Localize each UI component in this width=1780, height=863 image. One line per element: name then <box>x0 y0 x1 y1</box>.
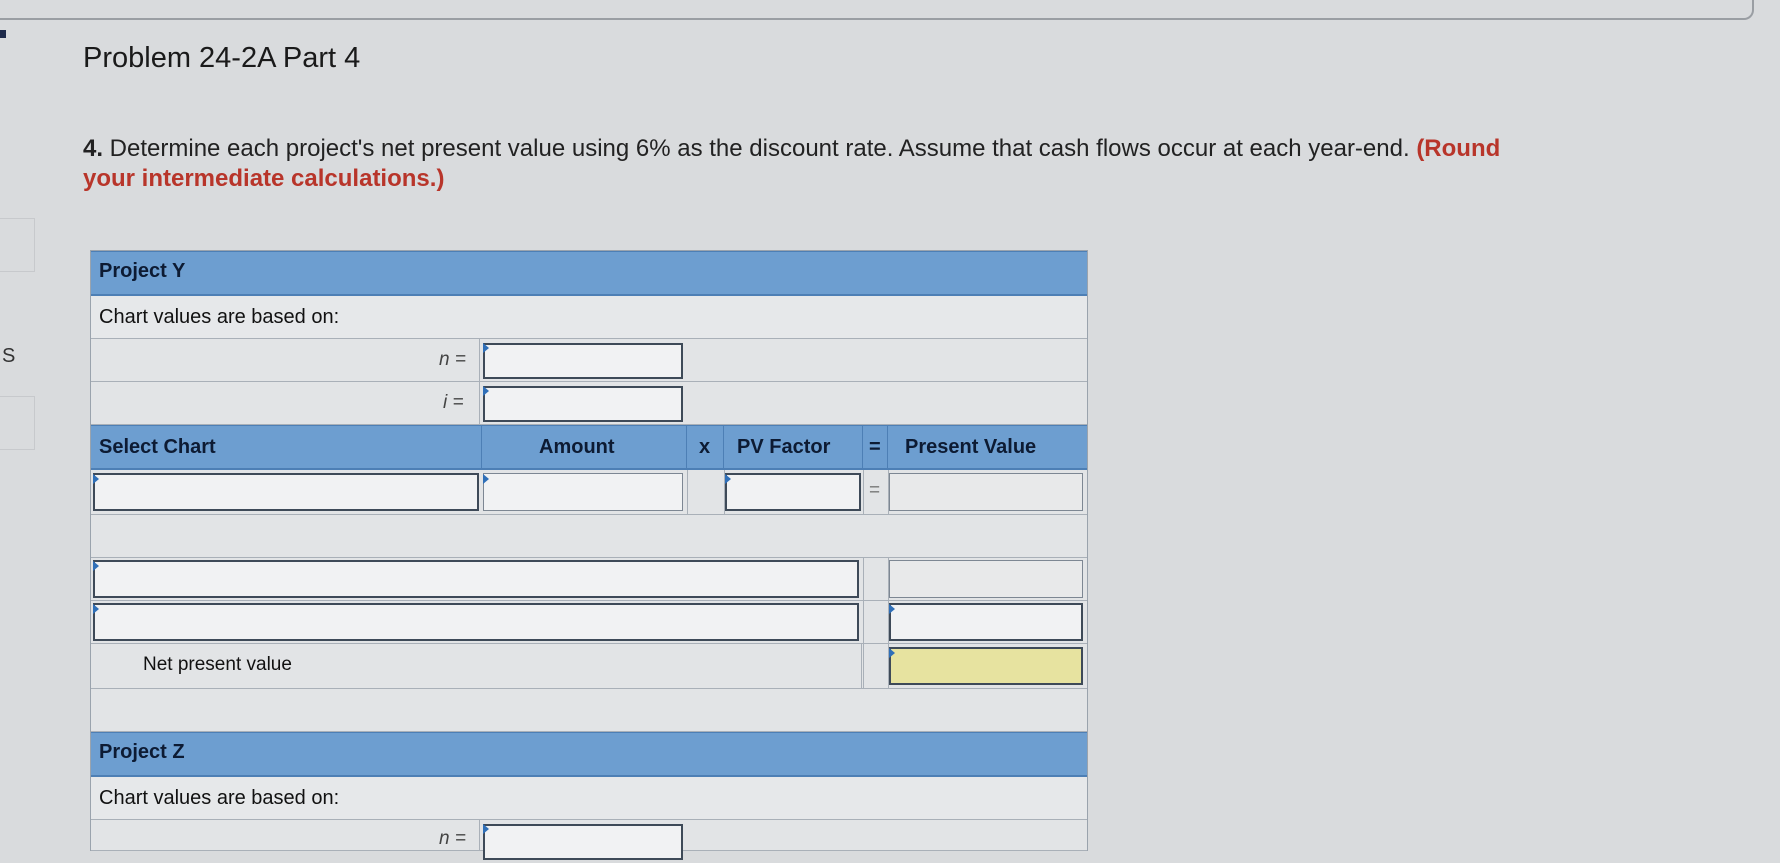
select-chart-dropdown[interactable] <box>93 473 479 511</box>
npv-worksheet: Project Y Chart values are based on: n =… <box>90 250 1088 860</box>
instruction-text: Determine each project's net present val… <box>103 135 1417 162</box>
present-value-output <box>889 473 1083 511</box>
left-side-panel <box>0 218 35 272</box>
additional-value-1 <box>889 560 1083 598</box>
left-side-panel <box>0 396 35 450</box>
project-z-title: Project Z <box>99 741 185 763</box>
problem-title: Problem 24-2A Part 4 <box>83 42 361 74</box>
amount-header: Amount <box>539 436 615 458</box>
input-marker-icon <box>483 386 489 396</box>
project-z-n-input[interactable] <box>483 824 683 860</box>
npv-input[interactable] <box>889 647 1083 685</box>
instructions: 4. Determine each project's net present … <box>83 134 1743 194</box>
additional-row-2 <box>91 601 1087 644</box>
project-z-chart-basis-label: Chart values are based on: <box>99 787 340 809</box>
i-row: i = <box>91 382 1087 425</box>
n-row: n = <box>91 339 1087 382</box>
input-marker-icon <box>93 561 99 571</box>
equals-operator: = <box>869 436 881 458</box>
chart-basis-label: Chart values are based on: <box>99 306 340 328</box>
chart-basis-row: Chart values are based on: <box>91 296 1087 339</box>
select-chart-header: Select Chart <box>99 436 216 458</box>
times-operator: x <box>699 436 711 458</box>
pv-factor-header: PV Factor <box>737 436 831 458</box>
column-header-row: Select Chart Amount x PV Factor = Presen… <box>91 425 1087 470</box>
project-z-n-label: n = <box>439 828 466 849</box>
spacer-row <box>91 689 1087 732</box>
additional-value-2-input[interactable] <box>889 603 1083 641</box>
amount-input[interactable] <box>483 473 683 511</box>
project-y-title: Project Y <box>99 260 186 282</box>
additional-input-1[interactable] <box>93 560 859 598</box>
i-input[interactable] <box>483 386 683 422</box>
pv-factor-input[interactable] <box>725 473 861 511</box>
window-top-border <box>0 0 1754 20</box>
additional-row-1 <box>91 558 1087 601</box>
additional-input-2[interactable] <box>93 603 859 641</box>
input-marker-icon <box>889 648 895 658</box>
input-marker-icon <box>93 604 99 614</box>
round-note-2: your intermediate calculations.) <box>83 165 445 192</box>
input-marker-icon <box>483 474 489 484</box>
cash-flow-row: = <box>91 470 1087 515</box>
n-label: n = <box>439 349 466 370</box>
left-edge-letter: S <box>2 345 16 367</box>
input-marker-icon <box>889 604 895 614</box>
n-input[interactable] <box>483 343 683 379</box>
project-z-chart-basis-row: Chart values are based on: <box>91 777 1087 820</box>
i-label: i = <box>443 392 464 413</box>
input-marker-icon <box>483 824 489 834</box>
input-marker-icon <box>483 343 489 353</box>
round-note-1: (Round <box>1416 135 1501 162</box>
left-edge-marker <box>0 30 6 38</box>
blank-row <box>91 515 1087 558</box>
project-y-header: Project Y <box>91 251 1087 296</box>
project-z-header: Project Z <box>91 732 1087 777</box>
present-value-header: Present Value <box>905 436 1037 458</box>
input-marker-icon <box>725 474 731 484</box>
project-z-n-row: n = <box>91 820 1087 860</box>
npv-row: Net present value <box>91 644 1087 689</box>
instruction-number: 4. <box>83 135 104 162</box>
dropdown-marker-icon <box>93 474 99 484</box>
